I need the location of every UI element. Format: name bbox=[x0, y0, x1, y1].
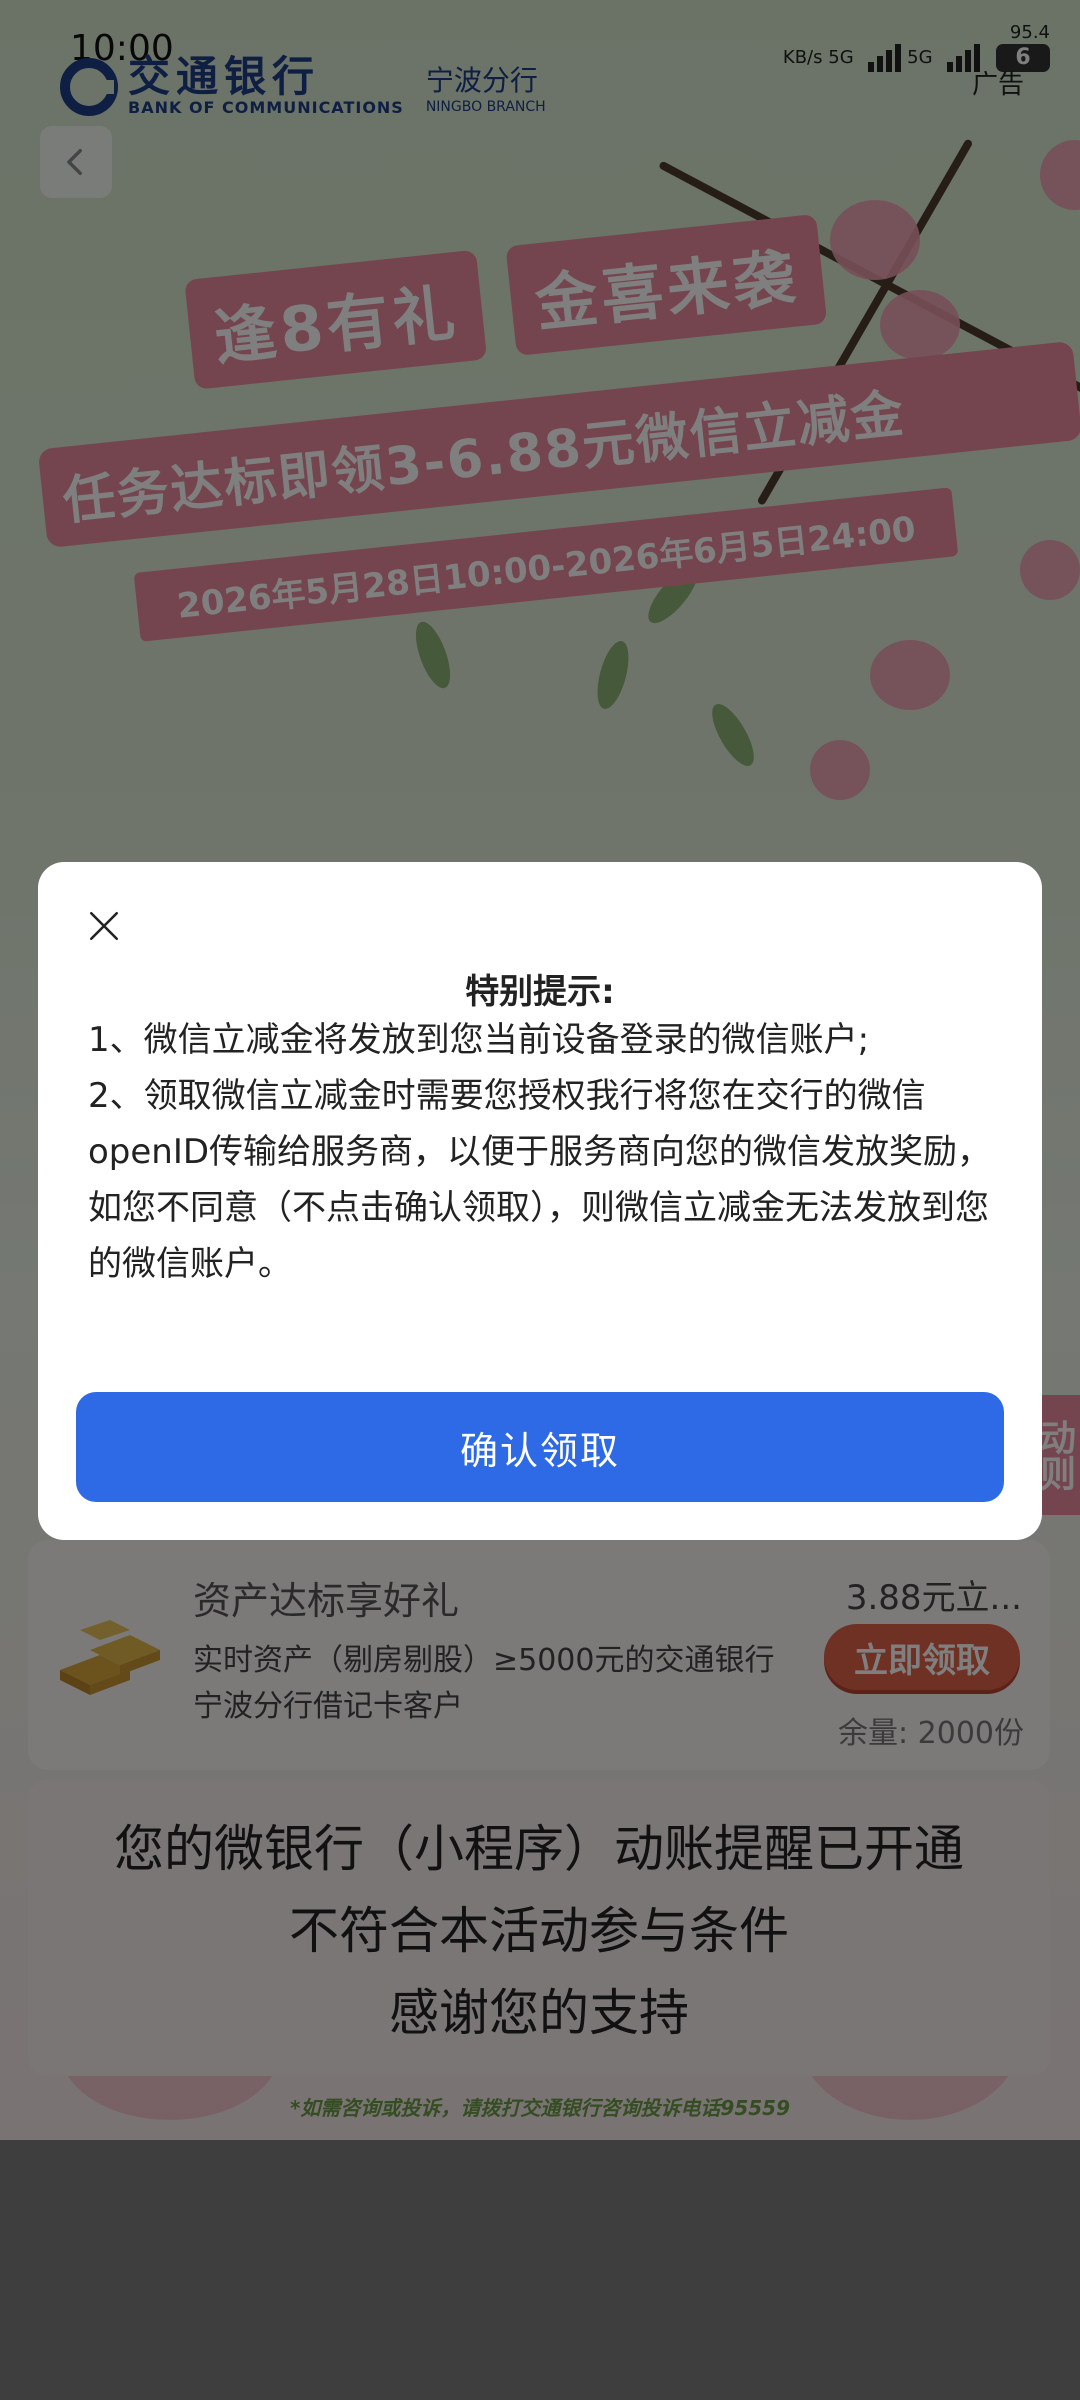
close-icon bbox=[89, 911, 119, 941]
dialog-paragraph: 1、微信立减金将发放到您当前设备登录的微信账户; bbox=[88, 1020, 870, 1060]
dialog-paragraph: 2、领取微信立减金时需要您授权我行将您在交行的微信openID传输给服务商，以便… bbox=[88, 1076, 992, 1284]
special-notice-dialog: 特别提示: 1、微信立减金将发放到您当前设备登录的微信账户; 2、领取微信立减金… bbox=[38, 862, 1042, 1540]
close-button[interactable] bbox=[74, 896, 134, 956]
dialog-title: 特别提示: bbox=[465, 972, 615, 1012]
confirm-claim-button[interactable]: 确认领取 bbox=[76, 1392, 1004, 1502]
dialog-body: 1、微信立减金将发放到您当前设备登录的微信账户; 2、领取微信立减金时需要您授权… bbox=[88, 1012, 1018, 1292]
